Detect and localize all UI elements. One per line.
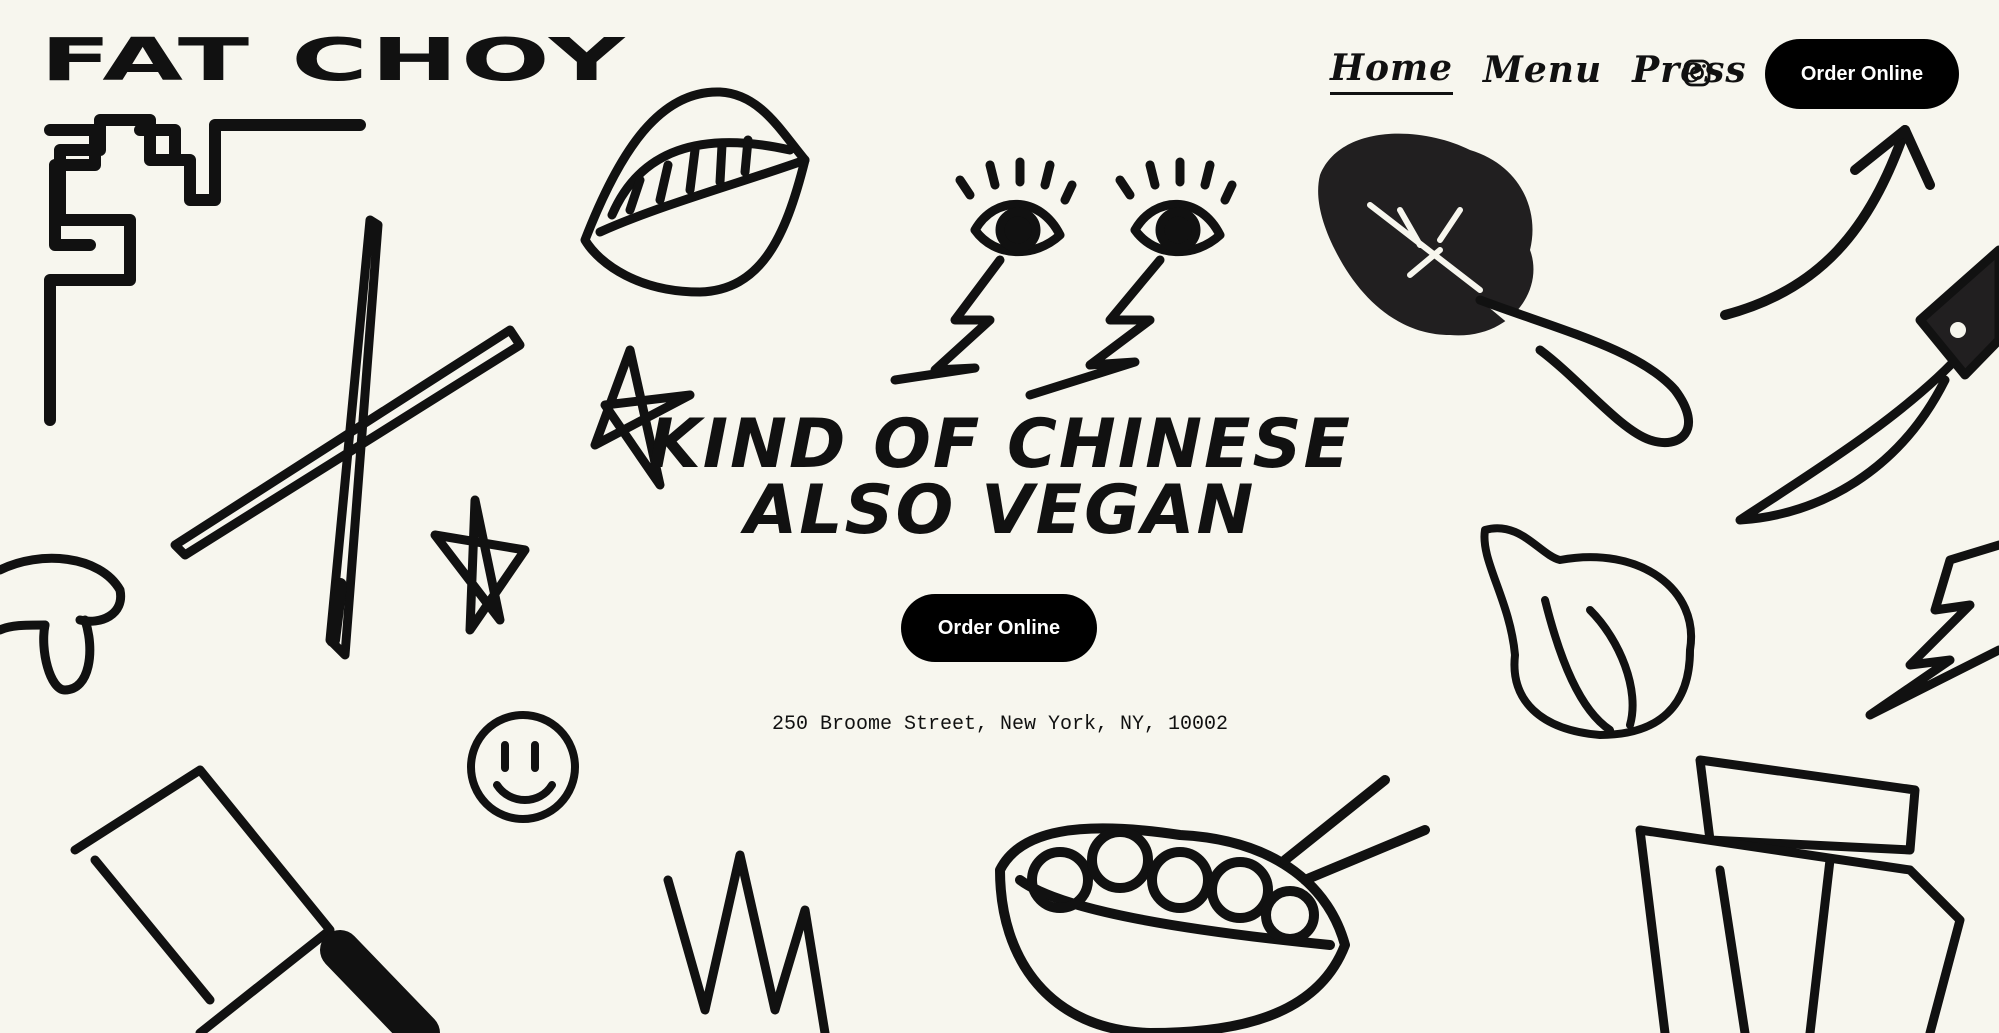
brand-logo[interactable]: FAT CHOY [40, 30, 627, 89]
noodle-bowl-icon [995, 775, 1430, 1033]
header-order-online-button[interactable]: Order Online [1765, 39, 1959, 109]
cleaver-icon [70, 765, 440, 1033]
garlic-icon [1480, 524, 1696, 739]
bok-choy-icon [1318, 133, 1693, 448]
mushroom-icon [0, 553, 126, 695]
instagram-icon[interactable] [1682, 58, 1712, 88]
smiley-icon [467, 711, 579, 823]
lightning-icon [1865, 540, 1999, 720]
lips-icon [580, 87, 810, 297]
hero-title-line-1: KIND OF CHINESE [648, 405, 1352, 484]
maze-corner-icon [44, 114, 366, 426]
takeout-box-icon [1635, 755, 1965, 1033]
hero-title: KIND OF CHINESE ALSO VEGAN [600, 405, 1400, 550]
nav-item-menu[interactable]: Menu [1483, 52, 1602, 94]
hero-title-line-2: ALSO VEGAN [744, 471, 1256, 550]
nav-item-home[interactable]: Home [1330, 50, 1454, 95]
scribble-icon [663, 850, 830, 1033]
hero-order-online-button[interactable]: Order Online [901, 594, 1097, 662]
arrow-icon [1720, 125, 1935, 320]
eyes-lightning-icon [890, 157, 1237, 400]
restaurant-address: 250 Broome Street, New York, NY, 10002 [771, 713, 1229, 736]
